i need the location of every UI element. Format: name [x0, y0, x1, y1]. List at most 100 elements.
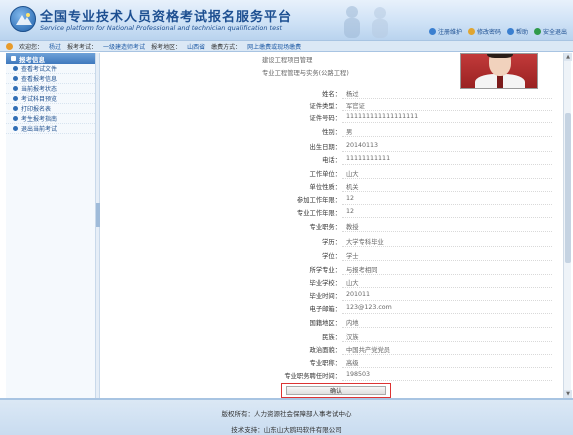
field-value: 11111111111: [346, 155, 391, 162]
field-label: 工作单位：: [309, 171, 341, 178]
field-value: 高级: [346, 360, 359, 367]
form-row: 所学专业： 与报考相同: [100, 264, 563, 275]
sidebar-item-view-exam-files[interactable]: 查看考试文件: [6, 64, 95, 74]
field-value: 学士: [346, 253, 359, 260]
sidebar: 报考信息 查看考试文件 查看报考信息 当前报考状态 考试科目预览 打印报名表 考…: [6, 53, 96, 398]
site-title: 全国专业技术人员资格考试报名服务平台: [40, 10, 293, 25]
field-label: 毕业时间：: [309, 293, 341, 300]
copyright-text: 版权所有：人力资源社会保障部人事考试中心: [221, 410, 352, 418]
form-row: 民族： 汉族: [100, 331, 563, 342]
field-value: 男: [346, 129, 353, 136]
sidebar-item-label: 查看考试文件: [21, 66, 58, 73]
form-row: 学历： 大学专科毕业: [100, 236, 563, 247]
field-value: 内地: [346, 320, 359, 327]
field-label: 专业工作年限：: [296, 210, 341, 217]
field-value: 20140113: [346, 142, 379, 149]
payment-label: 缴费方式：: [211, 43, 242, 51]
sidebar-item-exit-exam[interactable]: 退出当前考试: [6, 124, 95, 134]
sidebar-item-label: 打印报名表: [21, 106, 52, 113]
form-row: 工作单位： 山大: [100, 168, 563, 179]
field-value: 大学专科毕业: [346, 239, 384, 246]
form-row: 参加工作年限： 12: [100, 194, 563, 205]
sidebar-item-view-registration[interactable]: 查看报考信息: [6, 74, 95, 84]
sidebar-item-guide[interactable]: 考生报考指南: [6, 114, 95, 124]
bullet-icon: [13, 106, 18, 111]
field-value: 山大: [346, 171, 359, 178]
sidebar-item-subject-preview[interactable]: 考试科目预览: [6, 94, 95, 104]
bullet-icon: [13, 66, 18, 71]
exam-value: 一级建造师考试: [103, 43, 146, 51]
help-link[interactable]: 帮助: [506, 27, 528, 36]
scroll-up-arrow-icon[interactable]: ▲: [564, 53, 572, 61]
scrollbar-thumb[interactable]: [565, 113, 571, 263]
header-links: 注册维护 修改密码 帮助 安全退出: [428, 27, 567, 36]
change-password-link[interactable]: 修改密码: [467, 27, 501, 36]
form-row: 证件类型： 军官证: [100, 100, 563, 111]
bullet-icon: [13, 86, 18, 91]
field-label: 姓名：: [322, 91, 341, 98]
form-row: 专业工作年限： 12: [100, 207, 563, 218]
sidebar-item-label: 考试科目预览: [21, 96, 58, 103]
sidebar-item-label: 考生报考指南: [21, 116, 58, 123]
qualification-line: 建设工程项目管理: [262, 57, 313, 64]
form-row: 证件号码： 111111111111111111: [100, 112, 563, 123]
sidebar-heading: 报考信息: [6, 53, 95, 64]
field-label: 学位：: [322, 253, 341, 260]
field-label: 电子邮箱：: [309, 306, 341, 313]
vertical-scrollbar[interactable]: ▲ ▼: [563, 53, 572, 398]
change-password-label: 修改密码: [476, 29, 501, 36]
confirm-highlight: 确认: [281, 383, 391, 398]
logout-link-label: 安全退出: [542, 29, 567, 36]
form-row: 姓名： 杨过: [100, 88, 563, 99]
bullet-icon: [13, 76, 18, 81]
form-row: 毕业学校： 山大: [100, 277, 563, 288]
register-link[interactable]: 注册维护: [428, 27, 462, 36]
field-value: 与报考相同: [346, 267, 378, 274]
field-value: 12: [346, 208, 355, 215]
sidebar-item-label: 退出当前考试: [21, 126, 58, 133]
page-header: 全国专业技术人员资格考试报名服务平台 Service platform for …: [0, 0, 573, 40]
sidebar-item-print-form[interactable]: 打印报名表: [6, 104, 95, 114]
user-info-bar: 欢迎您： 杨过 报考考试： 一级建造师考试 报考地区： 山西省 缴费方式： 网上缴费或现…: [0, 40, 573, 52]
scroll-down-arrow-icon[interactable]: ▼: [564, 390, 572, 398]
field-value: 机关: [346, 184, 359, 191]
user-icon: [6, 42, 13, 50]
field-value: 汉族: [346, 334, 359, 341]
field-label: 专业职称：: [309, 360, 341, 367]
field-label: 证件号码：: [309, 115, 341, 122]
logout-link[interactable]: 安全退出: [533, 27, 567, 36]
region-label: 报考地区：: [151, 43, 182, 51]
field-label: 性别：: [322, 129, 341, 136]
form-row: 单位性质： 机关: [100, 181, 563, 192]
payment-value: 网上缴费或现场缴费: [247, 43, 302, 51]
header-people-illustration: [344, 6, 388, 38]
support-text: 技术支持：山东山大鸥玛软件有限公司: [231, 426, 342, 434]
field-value: 教授: [346, 224, 359, 231]
confirm-button[interactable]: 确认: [286, 386, 386, 395]
key-icon: [467, 28, 475, 35]
form-row: 电子邮箱： 123@123.com: [100, 303, 563, 314]
logout-icon: [533, 28, 541, 35]
sidebar-item-status[interactable]: 当前报考状态: [6, 84, 95, 94]
folder-icon: [11, 56, 16, 61]
sidebar-item-label: 查看报考信息: [21, 76, 58, 83]
field-label: 单位性质：: [309, 184, 341, 191]
welcome-label: 欢迎您：: [19, 43, 44, 51]
field-label: 证件类型：: [309, 103, 341, 110]
form-row: 专业职务聘任时间： 198503: [100, 370, 563, 381]
register-icon: [428, 28, 436, 35]
welcome-value: 杨过: [49, 43, 62, 51]
field-label: 所学专业：: [309, 267, 341, 274]
form-row: 毕业时间： 201011: [100, 290, 563, 301]
bullet-icon: [13, 116, 18, 121]
field-value: 山大: [346, 280, 359, 287]
register-link-label: 注册维护: [437, 29, 462, 36]
help-link-label: 帮助: [515, 29, 528, 36]
field-label: 政治面貌：: [309, 347, 341, 354]
field-value: 杨过: [346, 91, 359, 98]
field-label: 国籍地区：: [309, 320, 341, 327]
field-label: 电话：: [322, 157, 341, 164]
field-label: 专业职务：: [309, 224, 341, 231]
page-footer: 版权所有：人力资源社会保障部人事考试中心 技术支持：山东山大鸥玛软件有限公司: [0, 398, 573, 435]
field-label: 民族：: [322, 334, 341, 341]
